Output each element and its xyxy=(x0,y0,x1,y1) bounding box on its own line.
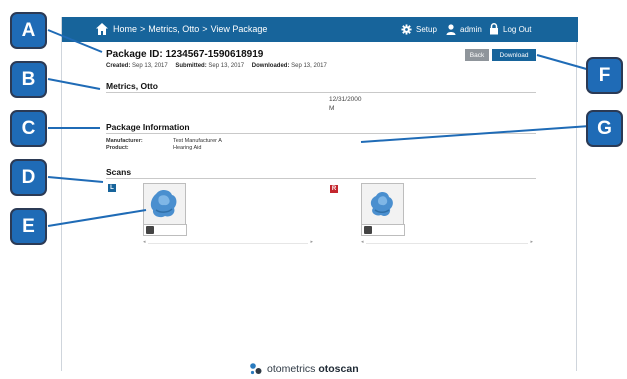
breadcrumb-current: View Package xyxy=(210,24,268,34)
downloaded-date: Sep 13, 2017 xyxy=(291,63,327,69)
right-scan-card xyxy=(361,224,405,236)
created-date: Sep 13, 2017 xyxy=(132,63,168,69)
setup-label: Setup xyxy=(416,24,437,34)
downloaded-label: Downloaded: xyxy=(251,63,290,69)
user-icon xyxy=(446,23,456,35)
package-info-divider xyxy=(106,133,536,134)
back-button[interactable]: Back xyxy=(465,49,489,61)
left-ear-badge: L xyxy=(108,184,116,192)
scans-divider xyxy=(106,178,536,179)
setup-link[interactable]: Setup xyxy=(401,22,437,36)
right-scan-thumbnail[interactable] xyxy=(361,183,404,226)
ear-scan-model-icon xyxy=(150,189,177,218)
callout-a: A xyxy=(10,12,47,49)
created-label: Created: xyxy=(106,63,131,69)
breadcrumb-separator: > xyxy=(140,24,146,34)
callout-g: G xyxy=(586,110,623,147)
patient-sex: M xyxy=(329,105,335,112)
app-window: Home > Metrics, Otto > View Package Setup ad… xyxy=(61,17,578,375)
left-scan-card xyxy=(143,224,187,236)
breadcrumb-separator: > xyxy=(202,24,208,34)
camera-icon[interactable] xyxy=(146,226,154,234)
ear-scan-model-icon xyxy=(370,191,393,217)
callout-c: C xyxy=(10,110,47,147)
otometrics-logo-icon xyxy=(250,363,262,375)
patient-divider xyxy=(106,92,536,93)
download-button[interactable]: Download xyxy=(492,49,536,61)
breadcrumb-home[interactable]: Home xyxy=(113,24,137,34)
user-menu[interactable]: admin xyxy=(446,22,482,36)
home-icon[interactable] xyxy=(95,22,109,36)
package-info-heading: Package Information xyxy=(106,122,190,132)
package-id-title: Package ID: 1234567-1590618919 xyxy=(106,49,264,60)
submitted-date: Sep 13, 2017 xyxy=(208,63,245,69)
submitted-label: Submitted: xyxy=(175,63,207,69)
left-scan-scrollbar[interactable]: ◂ ▸ xyxy=(143,239,313,245)
scroll-left-icon[interactable]: ◂ xyxy=(361,239,364,245)
patient-dob: 12/31/2000 xyxy=(329,96,362,103)
left-scan-thumbnail[interactable] xyxy=(143,183,186,226)
scans-heading: Scans xyxy=(106,167,132,177)
top-navigation-bar: Home > Metrics, Otto > View Package Setup ad… xyxy=(62,17,578,42)
right-scan-scrollbar[interactable]: ◂ ▸ xyxy=(361,239,533,245)
scroll-left-icon[interactable]: ◂ xyxy=(143,239,146,245)
scroll-track[interactable] xyxy=(148,243,308,244)
callout-f: F xyxy=(586,57,623,94)
callout-b: B xyxy=(10,61,47,98)
camera-icon[interactable] xyxy=(364,226,372,234)
scroll-right-icon[interactable]: ▸ xyxy=(530,239,533,245)
product-label: Product: xyxy=(106,145,129,151)
breadcrumb: Home > Metrics, Otto > View Package xyxy=(113,24,267,34)
breadcrumb-patient[interactable]: Metrics, Otto xyxy=(148,24,199,34)
logout-label: Log Out xyxy=(503,24,532,34)
patient-name-heading: Metrics, Otto xyxy=(106,81,158,91)
gear-icon xyxy=(401,23,412,35)
product-name: otoscan xyxy=(318,363,359,375)
right-ear-badge: R xyxy=(330,185,338,193)
package-dates: Created: Sep 13, 2017 Submitted: Sep 13,… xyxy=(106,63,327,69)
scroll-track[interactable] xyxy=(366,243,528,244)
manufacturer-value: Test Manufacturer A xyxy=(173,138,222,144)
user-name: admin xyxy=(460,24,482,34)
logout-link[interactable]: Log Out xyxy=(489,22,531,36)
brand-name: otometrics xyxy=(267,363,316,375)
product-value: Hearing Aid xyxy=(173,145,202,151)
manufacturer-label: Manufacturer: xyxy=(106,138,143,144)
lock-icon xyxy=(490,23,498,35)
scroll-right-icon[interactable]: ▸ xyxy=(310,239,313,245)
callout-d: D xyxy=(10,159,47,196)
footer-logo: otometrics otoscan xyxy=(249,359,359,379)
callout-e: E xyxy=(10,208,47,245)
